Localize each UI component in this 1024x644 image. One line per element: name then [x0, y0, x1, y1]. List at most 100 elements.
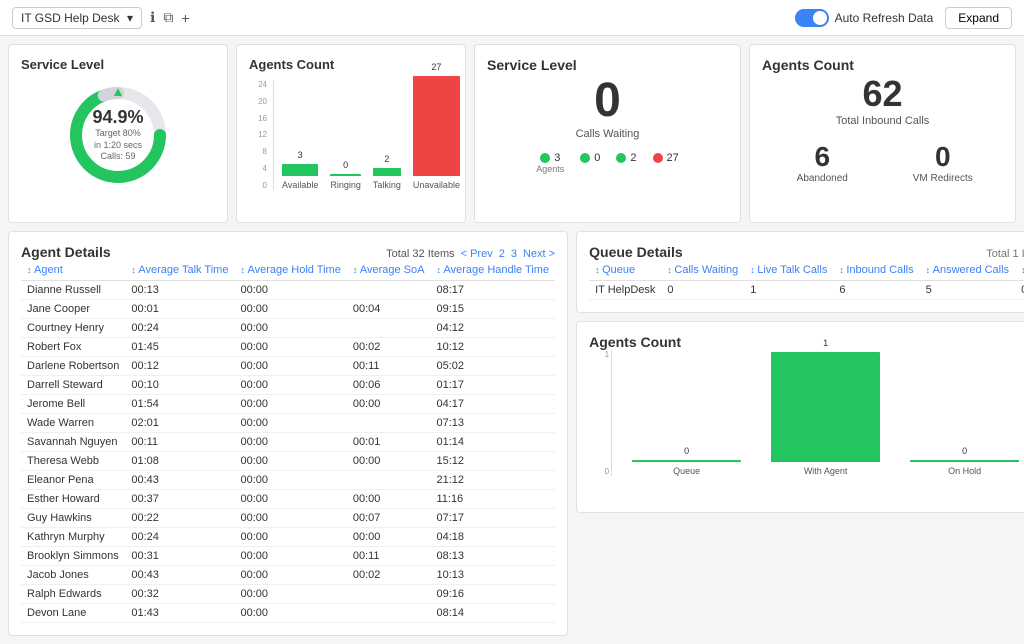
dot-two: 2 [616, 152, 636, 174]
cell-soa: 00:02 [347, 566, 431, 585]
cell-handle-time: 04:12 [430, 319, 555, 338]
table-row: Brooklyn Simmons 00:31 00:00 00:11 08:13 [21, 547, 555, 566]
cell-soa [347, 585, 431, 604]
col-avg-soa[interactable]: Average SoA [347, 260, 431, 281]
bar-available [282, 164, 318, 176]
top-panels: Service Level 94.9% Target 80% in 1:20 s… [8, 44, 1016, 223]
cell-hold-time: 00:00 [234, 585, 346, 604]
add-icon[interactable]: + [181, 10, 189, 26]
cell-talk-time: 00:24 [125, 319, 234, 338]
agent-table-body: Dianne Russell 00:13 00:00 08:17 Jane Co… [21, 281, 555, 623]
agents-count-bottom-panel: Agents Count 10 0 Queue 1 [576, 321, 1024, 513]
cell-hold-time: 00:00 [234, 357, 346, 376]
service-level-right-panel: Service Level 0 Calls Waiting 3 Agents 0 [474, 44, 741, 223]
agents-count-right-panel: Agents Count 62 Total Inbound Calls 6 Ab… [749, 44, 1016, 223]
cell-handle-time: 09:15 [430, 300, 555, 319]
queue-details-header: Queue Details Total 1 Item [589, 244, 1024, 260]
top-bar-left: IT GSD Help Desk ▾ ℹ ⧉ + [12, 7, 190, 29]
abandoned-label: Abandoned [766, 173, 879, 184]
col-avg-talk[interactable]: Average Talk Time [125, 260, 234, 281]
qcol-answered[interactable]: Answered Calls [920, 260, 1015, 281]
cell-handle-time: 10:12 [430, 338, 555, 357]
queue-table-wrap: Queue Calls Waiting Live Talk Calls Inbo… [589, 260, 1024, 300]
cell-talk-time: 01:43 [125, 604, 234, 623]
cell-handle-time: 07:17 [430, 509, 555, 528]
table-row: Kathryn Murphy 00:24 00:00 00:00 04:18 [21, 528, 555, 547]
table-row: Darrell Steward 00:10 00:00 00:06 01:17 [21, 376, 555, 395]
expand-button[interactable]: Expand [945, 7, 1012, 29]
qcol-handle[interactable]: Average Handle Time [1015, 260, 1024, 281]
dot-green-3 [616, 153, 626, 163]
qcol-live-talk[interactable]: Live Talk Calls [744, 260, 833, 281]
cell-hold-time: 00:00 [234, 433, 346, 452]
qcol-inbound[interactable]: Inbound Calls [833, 260, 919, 281]
cell-talk-time: 01:45 [125, 338, 234, 357]
bar-with-agent [771, 352, 880, 462]
auto-refresh-toggle[interactable] [795, 9, 829, 27]
info-icon[interactable]: ℹ [150, 9, 155, 26]
bar-group-on-hold: 0 On Hold [910, 446, 1019, 476]
col-avg-hold[interactable]: Average Hold Time [234, 260, 346, 281]
cell-soa: 00:00 [347, 490, 431, 509]
cell-soa: 00:04 [347, 300, 431, 319]
table-row: Savannah Nguyen 00:11 00:00 00:01 01:14 [21, 433, 555, 452]
donut-center: 94.9% Target 80% in 1:20 secs Calls: 59 [91, 107, 146, 163]
cell-talk-time: 00:12 [125, 357, 234, 376]
qcol-queue[interactable]: Queue [589, 260, 661, 281]
qcol-calls-waiting[interactable]: Calls Waiting [661, 260, 744, 281]
total-inbound-display: 62 Total Inbound Calls [762, 73, 1003, 127]
table-row: Robert Fox 01:45 00:00 00:02 10:12 [21, 338, 555, 357]
cell-agent: Wade Warren [21, 414, 125, 433]
donut-container: 94.9% Target 80% in 1:20 secs Calls: 59 [21, 80, 215, 190]
cell-hold-time: 00:00 [234, 319, 346, 338]
cell-calls-waiting: 0 [661, 281, 744, 300]
table-row: Wade Warren 02:01 00:00 07:13 [21, 414, 555, 433]
cell-soa: 00:11 [347, 547, 431, 566]
cell-agent: Esther Howard [21, 490, 125, 509]
table-row: Darlene Robertson 00:12 00:00 00:11 05:0… [21, 357, 555, 376]
col-agent[interactable]: Agent [21, 260, 125, 281]
cell-talk-time: 00:43 [125, 566, 234, 585]
col-avg-handle[interactable]: Average Handle Time [430, 260, 555, 281]
cell-inbound: 6 [833, 281, 919, 300]
service-level-left-panel: Service Level 94.9% Target 80% in 1:20 s… [8, 44, 228, 223]
dot-red-1 [653, 153, 663, 163]
cell-hold-time: 00:00 [234, 528, 346, 547]
cell-answered: 5 [920, 281, 1015, 300]
page-3-link[interactable]: 3 [511, 248, 517, 260]
cell-soa: 00:06 [347, 376, 431, 395]
cell-agent: Courtney Henry [21, 319, 125, 338]
calls-waiting-label: Calls Waiting [487, 128, 728, 140]
auto-refresh-toggle-container: Auto Refresh Data [795, 9, 934, 27]
agents-count-left-panel: Agents Count 24201612840 3 Available 0 [236, 44, 466, 223]
table-row: Jacob Jones 00:43 00:00 00:02 10:13 [21, 566, 555, 585]
dot-agents: 3 Agents [536, 152, 564, 174]
cell-hold-time: 00:00 [234, 300, 346, 319]
cell-agent: Jerome Bell [21, 395, 125, 414]
cell-soa [347, 604, 431, 623]
next-link[interactable]: Next > [523, 248, 555, 260]
prev-link[interactable]: < Prev [461, 248, 493, 260]
bar-group-talking: 2 Talking [373, 154, 401, 190]
page-2-link[interactable]: 2 [499, 248, 505, 260]
cell-handle-time: 08:17 [430, 281, 555, 300]
queue-dropdown[interactable]: IT GSD Help Desk ▾ [12, 7, 142, 29]
table-row: Dianne Russell 00:13 00:00 08:17 [21, 281, 555, 300]
cell-talk-time: 00:01 [125, 300, 234, 319]
queue-details-panel: Queue Details Total 1 Item Queue Calls W… [576, 231, 1024, 313]
cell-agent: Dianne Russell [21, 281, 125, 300]
cell-handle-time: 01:14 [430, 433, 555, 452]
dot-green-2 [580, 153, 590, 163]
cell-agent: Darlene Robertson [21, 357, 125, 376]
total-items: Total 32 Items [386, 248, 454, 260]
donut-percentage: 94.9% [91, 107, 146, 128]
toggle-knob [813, 11, 827, 25]
cell-hold-time: 00:00 [234, 376, 346, 395]
auto-refresh-label: Auto Refresh Data [835, 11, 934, 25]
copy-icon[interactable]: ⧉ [163, 9, 173, 26]
cell-queue: IT HelpDesk [589, 281, 661, 300]
cell-handle-time: 10:13 [430, 566, 555, 585]
cell-soa [347, 414, 431, 433]
queue-table-body: IT HelpDesk 0 1 6 5 04:06 00:26 [589, 281, 1024, 300]
cell-agent: Kathryn Murphy [21, 528, 125, 547]
